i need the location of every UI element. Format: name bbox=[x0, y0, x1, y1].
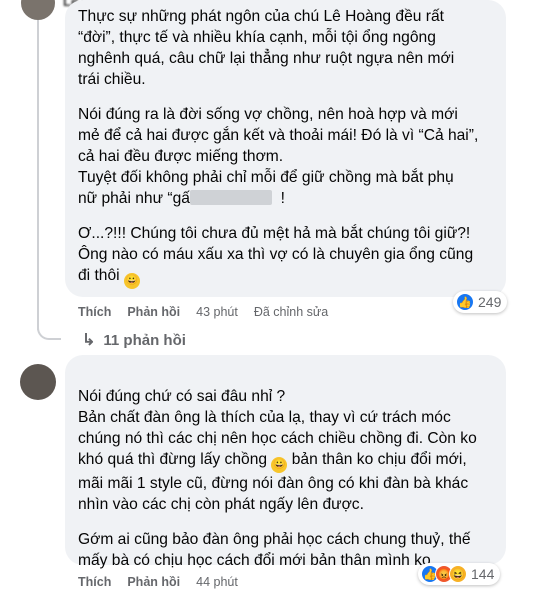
text-line: ! bbox=[280, 190, 285, 207]
text-line: trái chiều. bbox=[78, 71, 146, 88]
text-line: khó quá thì đừng lấy chồng bbox=[78, 451, 268, 468]
text-line: Nói đúng chứ có sai đâu nhỉ ? bbox=[78, 388, 286, 405]
avatar[interactable] bbox=[20, 364, 56, 400]
text-line: mẻ để cả hai được gắn kết và thoải mái! … bbox=[78, 127, 479, 144]
text-line: nghênh quá, câu chữ lại thẳng như ruột n… bbox=[78, 50, 455, 67]
comment-paragraph: Thực sự những phát ngôn của chú Lê Hoàng… bbox=[78, 6, 503, 90]
text-line: Thực sự những phát ngôn của chú Lê Hoàng… bbox=[78, 8, 444, 25]
text-line: đi thôi bbox=[78, 267, 120, 284]
haha-icon: 😆 bbox=[449, 565, 467, 583]
text-line: Tuyệt đối không phải chỉ mỗi để giữ chồn… bbox=[78, 169, 454, 186]
grinning-emoji-icon: 😀 bbox=[123, 273, 140, 289]
timestamp[interactable]: 43 phút bbox=[196, 305, 238, 319]
thread-line-curve bbox=[37, 318, 61, 340]
reply-button[interactable]: Phản hồi bbox=[127, 575, 180, 589]
text-line: mãi mãi 1 style cũ, đừng nói đàn ông có … bbox=[78, 475, 469, 492]
text-line: Bản chất đàn ông là thích của lạ, thay v… bbox=[78, 409, 451, 426]
comment-text: Nói đúng chứ có sai đâu nhỉ ? Bản chất đ… bbox=[78, 386, 503, 571]
text-line: mấy bà có chịu học cách đổi mới bản thân… bbox=[78, 552, 431, 569]
reaction-summary[interactable]: 👍 249 bbox=[453, 291, 508, 313]
like-icon: 👍 bbox=[456, 293, 474, 311]
comment-actions: Thích Phản hồi 43 phút Đã chỉnh sửa bbox=[78, 305, 328, 319]
text-line: Ơ...?!!! Chúng tôi chưa đủ mệt hả mà bắt… bbox=[78, 225, 471, 242]
grinning-emoji-icon: 😀 bbox=[271, 457, 288, 473]
comment-text: Thực sự những phát ngôn của chú Lê Hoàng… bbox=[78, 6, 503, 289]
redacted-text bbox=[189, 190, 272, 205]
text-line: Gớm ai cũng bảo đàn ông phải học cách ch… bbox=[78, 531, 471, 548]
edited-label: Đã chỉnh sửa bbox=[253, 305, 329, 319]
text-line: Ông nào có máu xấu xa thì vợ có là chuyê… bbox=[78, 246, 474, 263]
comment-paragraph: Nói đúng ra là đời sống vợ chồng, nên ho… bbox=[78, 104, 503, 209]
text-line: bản thân ko chịu đổi mới, bbox=[291, 451, 467, 468]
text-line: nhìn vào các chị còn phát ngấy lên được. bbox=[78, 496, 364, 513]
comment-actions: Thích Phản hồi 44 phút bbox=[78, 575, 238, 589]
reaction-summary[interactable]: 👍 😡 😆 144 bbox=[418, 563, 501, 585]
comment-paragraph: Ơ...?!!! Chúng tôi chưa đủ mệt hả mà bắt… bbox=[78, 223, 503, 289]
reply-button[interactable]: Phản hồi bbox=[127, 305, 180, 319]
replies-count: 11 phản hồi bbox=[103, 331, 186, 349]
avatar[interactable] bbox=[21, 0, 55, 20]
reaction-count: 249 bbox=[478, 294, 502, 310]
view-replies-button[interactable]: ↳ 11 phản hồi bbox=[82, 330, 186, 350]
text-line: chúng nó thì các chị nên học cách chiều … bbox=[78, 430, 477, 447]
like-button[interactable]: Thích bbox=[78, 575, 111, 589]
timestamp[interactable]: 44 phút bbox=[196, 575, 238, 589]
thread-line bbox=[37, 20, 39, 330]
text-line: Nói đúng ra là đời sống vợ chồng, nên ho… bbox=[78, 106, 458, 123]
reply-arrow-icon: ↳ bbox=[82, 332, 96, 349]
reaction-count: 144 bbox=[471, 566, 495, 582]
like-button[interactable]: Thích bbox=[78, 305, 111, 319]
text-line: “đời”, thực tế và nhiều khía cạnh, mỗi t… bbox=[78, 29, 436, 46]
text-line: cả hai đều được miếng thơm. bbox=[78, 148, 284, 165]
text-line: nữ phải như “gấ bbox=[78, 190, 190, 207]
